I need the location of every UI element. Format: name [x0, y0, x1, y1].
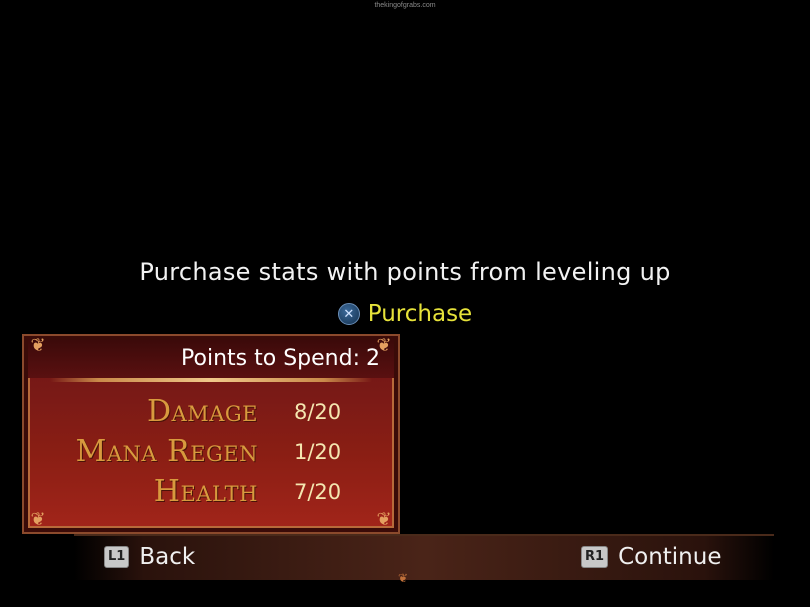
points-to-spend: Points to Spend: 2 — [181, 346, 380, 371]
continue-label: Continue — [618, 544, 722, 570]
points-label: Points to Spend: — [181, 346, 360, 371]
continue-button[interactable]: R1 Continue — [581, 544, 721, 570]
back-label: Back — [139, 544, 196, 570]
r1-button-icon: R1 — [581, 546, 609, 568]
corner-ornament-icon: ❦ — [30, 335, 46, 356]
back-button[interactable]: L1 Back — [104, 544, 195, 570]
cross-button-icon: ✕ — [337, 303, 360, 325]
stat-value: 7/20 — [294, 480, 342, 504]
stat-row-damage[interactable]: Damage 8/20 — [24, 392, 402, 432]
stat-value: 8/20 — [294, 400, 342, 424]
header-divider — [50, 378, 372, 382]
stat-row-mana-regen[interactable]: Mana Regen 1/20 — [24, 432, 402, 472]
stats-panel: ❦ ❦ ❦ ❦ Points to Spend: 2 Damage 8/20 M… — [22, 334, 400, 534]
stat-name: Damage — [147, 394, 258, 429]
stat-name: Mana Regen — [75, 434, 258, 469]
instruction-text: Purchase stats with points from leveling… — [139, 258, 671, 286]
watermark: thekingofgrabs.com — [374, 2, 436, 9]
points-value: 2 — [366, 346, 380, 371]
stat-value: 1/20 — [294, 440, 342, 464]
stat-name: Health — [153, 474, 258, 509]
bottom-ornament-icon: ❦ — [397, 571, 409, 585]
stat-row-health[interactable]: Health 7/20 — [24, 472, 402, 512]
purchase-hint[interactable]: ✕ Purchase — [0, 301, 810, 327]
purchase-label: Purchase — [367, 301, 473, 327]
l1-button-icon: L1 — [104, 546, 130, 568]
